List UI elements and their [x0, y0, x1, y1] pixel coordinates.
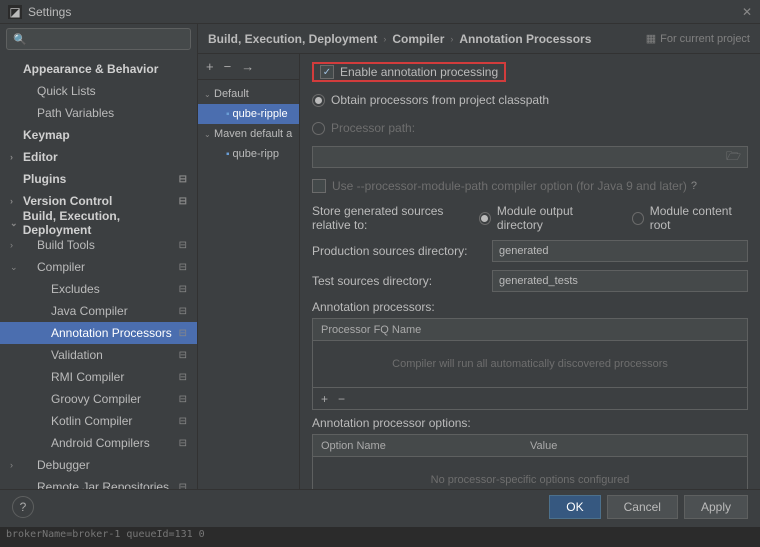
project-config-icon: ⊟	[179, 328, 187, 339]
profiles-tree: ⌄Default▪qube-ripple⌄Maven default a▪qub…	[198, 80, 299, 516]
project-icon: ▦	[646, 33, 656, 45]
settings-tree: Appearance & BehaviorQuick ListsPath Var…	[0, 54, 197, 516]
project-config-icon: ⊟	[179, 262, 187, 273]
browse-icon[interactable]: 🗁	[720, 147, 747, 168]
search-field[interactable]	[31, 33, 184, 45]
breadcrumb-a[interactable]: Build, Execution, Deployment	[208, 32, 377, 46]
close-icon[interactable]: ✕	[742, 5, 752, 19]
ok-button[interactable]: OK	[549, 495, 600, 519]
profile-item[interactable]: ▪qube-ripp	[198, 144, 299, 164]
store-radio-content-label: Module content root	[650, 204, 748, 232]
sidebar-item[interactable]: Java Compiler⊟	[0, 300, 197, 322]
sidebar-item[interactable]: Path Variables	[0, 102, 197, 124]
sidebar-item[interactable]: ⌄Compiler⊟	[0, 256, 197, 278]
help-button[interactable]: ?	[12, 496, 34, 518]
add-profile-button[interactable]: +	[206, 59, 214, 74]
module-icon: ▪	[226, 109, 230, 120]
project-config-icon: ⊟	[179, 284, 187, 295]
sidebar-item[interactable]: Quick Lists	[0, 80, 197, 102]
app-icon: ◪	[8, 5, 22, 19]
project-config-icon: ⊟	[179, 438, 187, 449]
store-radio-content[interactable]	[632, 212, 644, 225]
processor-path-input[interactable]: 🗁	[312, 146, 748, 168]
scope-hint: For current project	[660, 33, 750, 45]
enable-highlight: ✓ Enable annotation processing	[312, 62, 506, 82]
project-config-icon: ⊟	[179, 372, 187, 383]
search-icon: 🔍	[13, 33, 27, 46]
sidebar-item[interactable]: ›Editor	[0, 146, 197, 168]
prod-label: Production sources directory:	[312, 244, 492, 258]
test-label: Test sources directory:	[312, 274, 492, 288]
store-radio-output[interactable]	[479, 212, 491, 225]
profile-item[interactable]: ⌄Default	[198, 84, 299, 104]
sidebar-item[interactable]: Validation⊟	[0, 344, 197, 366]
sidebar-item[interactable]: Plugins⊟	[0, 168, 197, 190]
statusbar: brokerName=broker-1 queueId=131 0	[0, 527, 760, 547]
chevron-right-icon: ›	[450, 34, 453, 44]
sidebar-item[interactable]: Annotation Processors⊟	[0, 322, 197, 344]
sidebar-item[interactable]: Excludes⊟	[0, 278, 197, 300]
project-config-icon: ⊟	[179, 196, 187, 207]
dialog-footer: ? OK Cancel Apply	[0, 489, 760, 523]
ap-section-label: Annotation processors:	[312, 300, 748, 314]
store-radio-output-label: Module output directory	[497, 204, 613, 232]
ap-table: Processor FQ Name Compiler will run all …	[312, 318, 748, 410]
project-config-icon: ⊟	[179, 350, 187, 361]
profiles-panel: + − → ⌄Default▪qube-ripple⌄Maven default…	[198, 54, 300, 516]
move-profile-button[interactable]: →	[241, 59, 254, 74]
ap-empty: Compiler will run all automatically disc…	[313, 341, 747, 387]
store-label: Store generated sources relative to:	[312, 204, 479, 232]
sidebar-item[interactable]: Keymap	[0, 124, 197, 146]
sidebar: 🔍 Appearance & BehaviorQuick ListsPath V…	[0, 24, 198, 516]
breadcrumb: Build, Execution, Deployment › Compiler …	[198, 24, 760, 54]
project-config-icon: ⊟	[179, 416, 187, 427]
breadcrumb-c: Annotation Processors	[459, 32, 591, 46]
project-config-icon: ⊟	[179, 240, 187, 251]
obtain-label: Obtain processors from project classpath	[331, 93, 549, 107]
remove-profile-button[interactable]: −	[224, 59, 232, 74]
apply-button[interactable]: Apply	[684, 495, 748, 519]
modpath-checkbox[interactable]	[312, 179, 326, 193]
project-config-icon: ⊟	[179, 394, 187, 405]
profile-item[interactable]: ⌄Maven default a	[198, 124, 299, 144]
project-config-icon: ⊟	[179, 306, 187, 317]
ap-remove-button[interactable]: −	[338, 392, 345, 406]
cancel-button[interactable]: Cancel	[607, 495, 678, 519]
sidebar-item[interactable]: Appearance & Behavior	[0, 58, 197, 80]
enable-label: Enable annotation processing	[340, 65, 498, 79]
enable-checkbox[interactable]: ✓	[320, 65, 334, 79]
opt-section-label: Annotation processor options:	[312, 416, 748, 430]
sidebar-item[interactable]: ›Debugger	[0, 454, 197, 476]
prod-input[interactable]	[492, 240, 748, 262]
sidebar-item[interactable]: Android Compilers⊟	[0, 432, 197, 454]
procpath-label: Processor path:	[331, 121, 415, 135]
settings-pane: ✓ Enable annotation processing Obtain pr…	[300, 54, 760, 516]
sidebar-item[interactable]: RMI Compiler⊟	[0, 366, 197, 388]
sidebar-item[interactable]: Groovy Compiler⊟	[0, 388, 197, 410]
titlebar: ◪ Settings ✕	[0, 0, 760, 24]
opt-header-name: Option Name	[321, 440, 530, 452]
sidebar-item[interactable]: ›Build Tools⊟	[0, 234, 197, 256]
ap-add-button[interactable]: +	[321, 392, 328, 406]
window-title: Settings	[28, 5, 71, 19]
ap-header: Processor FQ Name	[321, 324, 739, 336]
test-input[interactable]	[492, 270, 748, 292]
search-input[interactable]: 🔍	[6, 28, 191, 50]
chevron-right-icon: ›	[383, 34, 386, 44]
project-config-icon: ⊟	[179, 174, 187, 185]
module-icon: ▪	[226, 149, 230, 160]
breadcrumb-b[interactable]: Compiler	[392, 32, 444, 46]
help-icon[interactable]: ?	[691, 180, 697, 192]
obtain-radio[interactable]	[312, 94, 325, 107]
procpath-radio[interactable]	[312, 122, 325, 135]
opt-header-value: Value	[530, 440, 739, 452]
sidebar-item[interactable]: ⌄Build, Execution, Deployment	[0, 212, 197, 234]
sidebar-item[interactable]: Kotlin Compiler⊟	[0, 410, 197, 432]
modpath-label: Use --processor-module-path compiler opt…	[332, 179, 687, 193]
profile-item[interactable]: ▪qube-ripple	[198, 104, 299, 124]
